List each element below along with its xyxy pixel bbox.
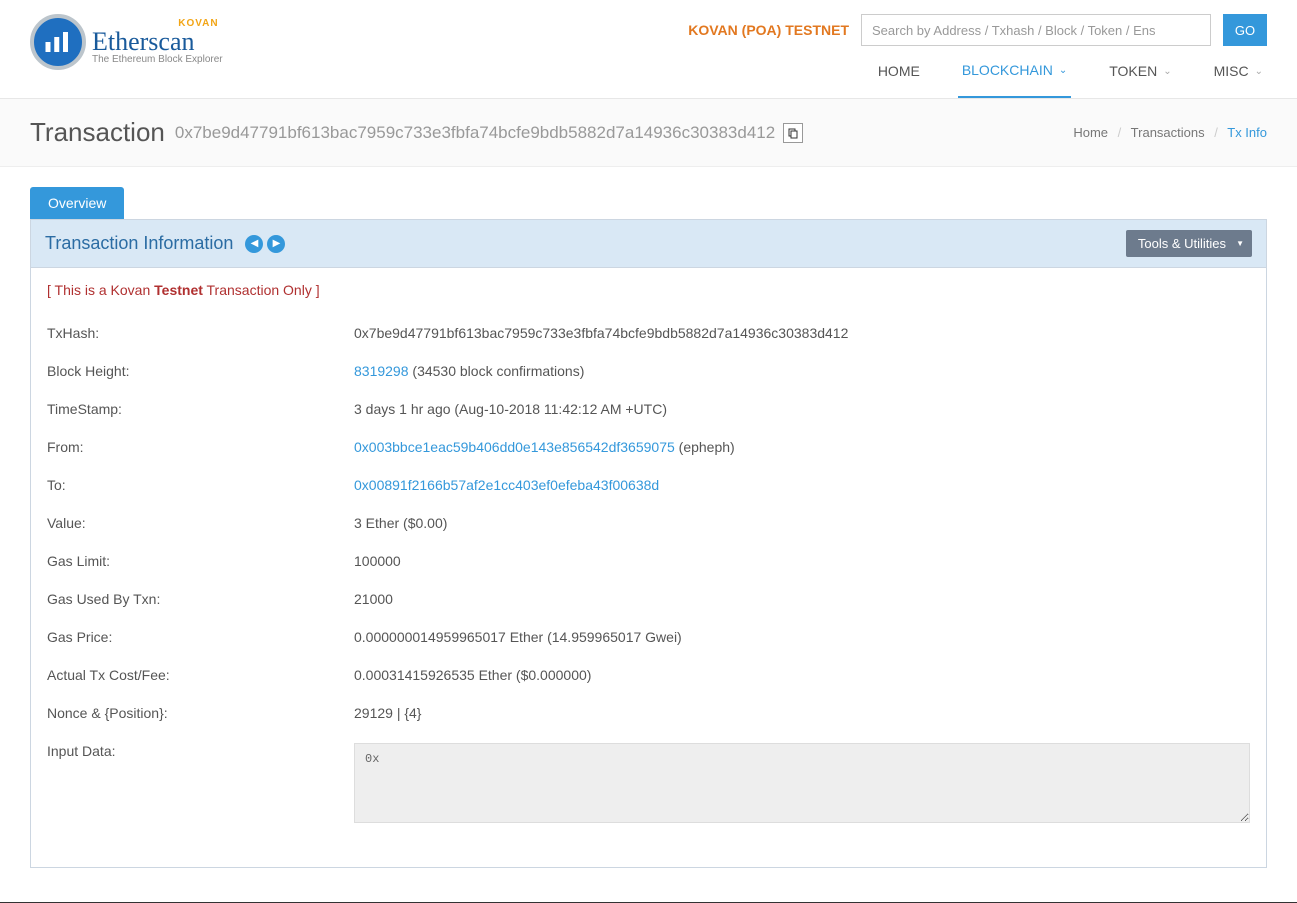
tab-overview[interactable]: Overview [30, 187, 124, 219]
label-block: Block Height: [47, 363, 354, 379]
search-input[interactable] [861, 14, 1211, 46]
warn-prefix: [ This is a Kovan [47, 282, 154, 298]
value-value: 3 Ether ($0.00) [354, 515, 1250, 531]
value-timestamp: 3 days 1 hr ago (Aug-10-2018 11:42:12 AM… [354, 401, 1250, 417]
main-nav: HOME BLOCKCHAIN ⌄ TOKEN ⌄ MISC ⌄ [874, 62, 1267, 98]
chevron-down-icon: ⌄ [1059, 65, 1067, 76]
value-cost: 0.00031415926535 Ether ($0.000000) [354, 667, 1250, 683]
copy-hash-button[interactable] [783, 123, 803, 143]
label-from: From: [47, 439, 354, 455]
breadcrumb: Home / Transactions / Tx Info [1073, 125, 1267, 140]
label-nonce: Nonce & {Position}: [47, 705, 354, 721]
tools-utilities-dropdown[interactable]: Tools & Utilities [1126, 230, 1252, 257]
label-gaslimit: Gas Limit: [47, 553, 354, 569]
panel-title: Transaction Information [45, 233, 233, 254]
logo-subtitle: The Ethereum Block Explorer [92, 55, 223, 65]
breadcrumb-home[interactable]: Home [1073, 125, 1108, 140]
from-name: (epheph) [675, 439, 735, 455]
input-data-textarea[interactable] [354, 743, 1250, 823]
nav-home-label: HOME [878, 63, 920, 79]
nav-misc[interactable]: MISC ⌄ [1210, 62, 1267, 98]
label-gasused: Gas Used By Txn: [47, 591, 354, 607]
nav-token[interactable]: TOKEN ⌄ [1105, 62, 1175, 98]
chevron-down-icon: ⌄ [1163, 66, 1171, 77]
next-tx-button[interactable]: ▶ [267, 235, 285, 253]
warn-bold: Testnet [154, 282, 203, 298]
nav-token-label: TOKEN [1109, 63, 1157, 79]
prev-tx-button[interactable]: ◀ [245, 235, 263, 253]
logo-brand: Etherscan [92, 29, 223, 55]
breadcrumb-transactions[interactable]: Transactions [1131, 125, 1205, 140]
testnet-label: KOVAN (POA) TESTNET [688, 22, 849, 38]
block-confirmations: (34530 block confirmations) [409, 363, 585, 379]
value-gasprice: 0.000000014959965017 Ether (14.959965017… [354, 629, 1250, 645]
block-link[interactable]: 8319298 [354, 363, 409, 379]
testnet-warning: [ This is a Kovan Testnet Transaction On… [47, 282, 1250, 298]
label-to: To: [47, 477, 354, 493]
label-cost: Actual Tx Cost/Fee: [47, 667, 354, 683]
value-txhash: 0x7be9d47791bf613bac7959c733e3fbfa74bcfe… [354, 325, 1250, 341]
to-address-link[interactable]: 0x00891f2166b57af2e1cc403ef0efeba43f0063… [354, 477, 659, 493]
logo[interactable]: KOVAN Etherscan The Ethereum Block Explo… [30, 14, 223, 70]
nav-blockchain[interactable]: BLOCKCHAIN ⌄ [958, 62, 1071, 98]
label-inputdata: Input Data: [47, 743, 354, 826]
page-title-hash: 0x7be9d47791bf613bac7959c733e3fbfa74bcfe… [175, 123, 775, 143]
warn-suffix: Transaction Only ] [203, 282, 320, 298]
value-gasused: 21000 [354, 591, 1250, 607]
nav-blockchain-label: BLOCKCHAIN [962, 62, 1053, 78]
label-txhash: TxHash: [47, 325, 354, 341]
value-gaslimit: 100000 [354, 553, 1250, 569]
tx-info-panel: Transaction Information ◀ ▶ Tools & Util… [30, 219, 1267, 868]
copy-icon [787, 127, 799, 139]
breadcrumb-current: Tx Info [1227, 125, 1267, 140]
label-gasprice: Gas Price: [47, 629, 354, 645]
label-timestamp: TimeStamp: [47, 401, 354, 417]
label-value: Value: [47, 515, 354, 531]
logo-icon [30, 14, 86, 70]
nav-misc-label: MISC [1214, 63, 1249, 79]
nav-home[interactable]: HOME [874, 62, 924, 98]
page-title: Transaction [30, 117, 165, 148]
value-nonce: 29129 | {4} [354, 705, 1250, 721]
from-address-link[interactable]: 0x003bbce1eac59b406dd0e143e856542df36590… [354, 439, 675, 455]
chevron-down-icon: ⌄ [1255, 66, 1263, 77]
search-go-button[interactable]: GO [1223, 14, 1267, 46]
